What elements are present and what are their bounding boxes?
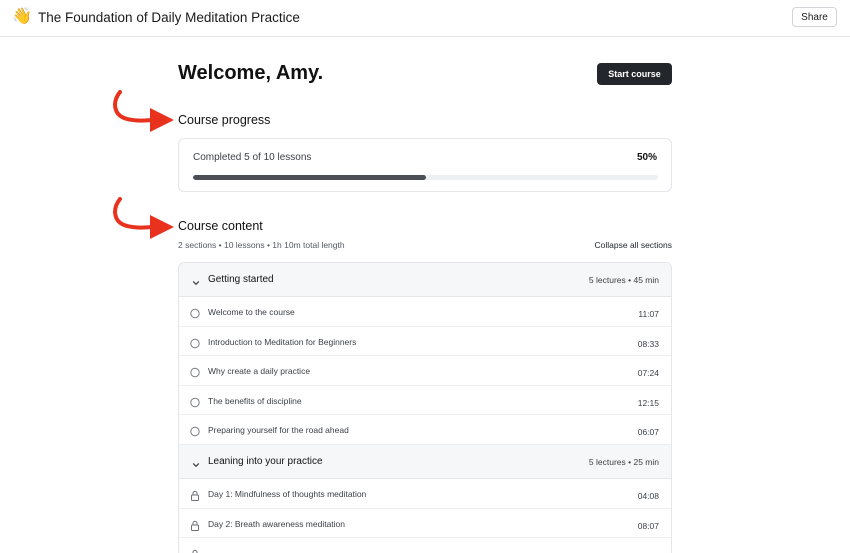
lesson-row[interactable]: Why create a daily practice 07:24 <box>179 356 671 386</box>
chevron-down-icon <box>191 457 201 467</box>
lesson-row[interactable]: The benefits of discipline 12:15 <box>179 385 671 416</box>
lesson-row[interactable]: Day 1: Mindfulness of thoughts meditatio… <box>179 478 671 509</box>
lock-icon <box>190 518 200 531</box>
lesson-row[interactable] <box>179 538 671 553</box>
lock-icon <box>190 488 200 501</box>
lesson-duration: 07:24 <box>637 368 659 379</box>
lesson-duration: 06:07 <box>637 427 659 438</box>
curriculum-list: Getting started 5 lectures • 45 min Welcom… <box>178 262 672 553</box>
progress-bar <box>193 175 658 180</box>
course-content-meta: 2 sections • 10 lessons • 1h 10m total l… <box>178 240 345 250</box>
waving-hand-icon: 👋 <box>12 8 32 25</box>
welcome-heading: Welcome, Amy. <box>178 62 324 84</box>
lesson-title: Preparing yourself for the road ahead <box>208 425 349 436</box>
lesson-duration: 08:07 <box>637 520 659 531</box>
lesson-title: The benefits of discipline <box>208 395 302 406</box>
lock-icon <box>190 547 200 553</box>
annotation-arrow-icon <box>113 90 174 132</box>
circle-icon <box>190 395 200 407</box>
lesson-row[interactable]: Introduction to Meditation for Beginners… <box>179 326 671 357</box>
circle-icon <box>190 365 200 378</box>
circle-icon <box>190 336 200 348</box>
top-bar: 👋 The Foundation of Daily Meditation Pra… <box>0 0 850 37</box>
share-button[interactable]: Share <box>792 7 837 27</box>
annotation-arrow-icon <box>113 197 174 239</box>
progress-bar-fill <box>193 175 426 180</box>
course-title: The Foundation of Daily Meditation Pract… <box>38 10 300 25</box>
circle-icon <box>190 306 200 319</box>
section-header[interactable]: Getting started 5 lectures • 45 min <box>179 263 671 297</box>
lesson-title: Introduction to Meditation for Beginners <box>208 336 357 347</box>
lesson-title: Day 2: Breath awareness meditation <box>208 518 346 529</box>
lesson-duration: 04:08 <box>637 490 659 501</box>
lesson-row[interactable]: Welcome to the course 11:07 <box>179 297 671 327</box>
course-progress-heading: Course progress <box>178 113 271 127</box>
lesson-duration: 12:15 <box>637 397 659 408</box>
section-meta: 5 lectures • 25 min <box>588 456 659 467</box>
chevron-down-icon <box>191 275 201 285</box>
progress-percent: 50% <box>636 152 657 163</box>
lesson-duration: 11:07 <box>638 309 659 319</box>
section-header[interactable]: Leaning into your practice 5 lectures • 2… <box>179 444 671 479</box>
course-content-heading: Course content <box>178 219 263 233</box>
section-title: Getting started <box>208 274 274 285</box>
lesson-duration: 08:33 <box>637 338 659 349</box>
lesson-row[interactable]: Preparing yourself for the road ahead 06:… <box>179 415 671 445</box>
progress-label: Completed 5 of 10 lessons <box>193 152 312 163</box>
lesson-title: Welcome to the course <box>208 307 295 317</box>
lesson-title: Why create a daily practice <box>208 366 311 377</box>
lesson-title: Day 1: Mindfulness of thoughts meditatio… <box>208 488 367 499</box>
start-course-button[interactable]: Start course <box>597 63 672 85</box>
lesson-row[interactable]: Day 2: Breath awareness meditation 08:07 <box>179 508 671 539</box>
section-title: Leaning into your practice <box>208 455 323 467</box>
collapse-all-sections-link[interactable]: Collapse all sections <box>595 240 672 250</box>
section-meta: 5 lectures • 45 min <box>588 275 659 285</box>
circle-icon <box>190 424 200 437</box>
progress-card: Completed 5 of 10 lessons 50% <box>178 138 672 192</box>
